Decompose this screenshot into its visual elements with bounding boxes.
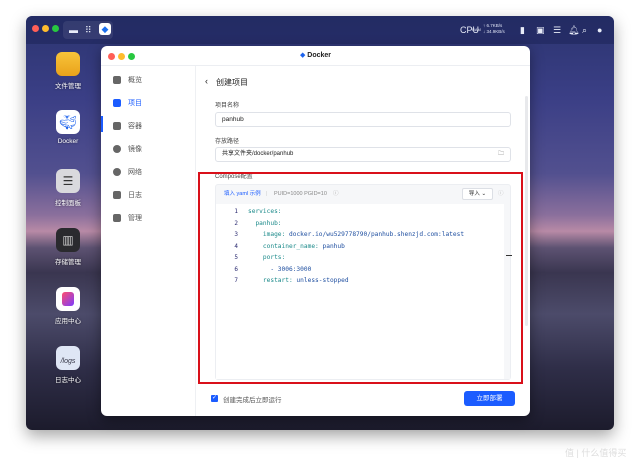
sidebar-item-containers[interactable]: 容器 — [113, 120, 142, 134]
project-name-input[interactable]: panhub — [215, 112, 511, 127]
desktop-icon[interactable]: ▬ — [69, 25, 78, 35]
app-label: 存储管理 — [55, 259, 81, 266]
app-label: 日志中心 — [55, 377, 81, 384]
ram-gauge-icon[interactable]: RAM — [472, 25, 481, 35]
manage-icon — [113, 214, 121, 223]
search-icon[interactable]: ⌕ — [582, 25, 587, 35]
sidebar-label: 容器 — [128, 123, 142, 130]
sidebar-label: 管理 — [128, 215, 142, 222]
sidebar-label: 日志 — [128, 192, 142, 199]
taskbar-group: ▬ ⠿ ◆ — [63, 21, 113, 39]
network-speed: ↑ 6.7KB/s ↓ 34.9KB/s — [483, 23, 505, 34]
sidebar-item-projects[interactable]: 项目 — [113, 97, 142, 111]
sliders-icon: ☰ — [56, 169, 80, 193]
scrollbar[interactable] — [525, 96, 528, 326]
autorun-checkbox[interactable]: ✓ — [211, 395, 218, 402]
app-center[interactable]: 应用中心 — [46, 287, 90, 325]
user-icon[interactable]: ● — [597, 25, 602, 35]
watermark: 值 | 什么值得买 — [565, 448, 627, 458]
projects-icon — [113, 99, 121, 108]
overview-icon — [113, 76, 121, 85]
app-control-panel[interactable]: ☰ 控制面板 — [46, 169, 90, 207]
autorun-label: 创建完成后立即运行 — [223, 397, 282, 404]
sidebar-item-images[interactable]: 镜像 — [113, 143, 142, 157]
app-label: 文件管理 — [55, 83, 81, 90]
net-up: ↑ 6.7KB/s — [483, 23, 503, 28]
sidebar-item-network[interactable]: 网络 — [113, 166, 142, 180]
page-title: 创建项目 — [216, 78, 248, 87]
sidebar-label: 概览 — [128, 77, 142, 84]
sidebar-label: 镜像 — [128, 146, 142, 153]
app-file-manager[interactable]: 文件管理 — [46, 52, 90, 90]
storage-icon: ▥ — [56, 228, 80, 252]
minimize-dot[interactable] — [42, 25, 49, 32]
sidebar: 概览 项目 容器 镜像 网络 日志 管理 — [101, 66, 196, 416]
app-label: Docker — [57, 138, 79, 145]
bell-icon[interactable]: 🔔︎ — [568, 25, 579, 35]
monitor-icon[interactable]: ▣ — [536, 25, 545, 35]
maximize-dot[interactable] — [52, 25, 59, 32]
log-icon — [113, 191, 121, 200]
grid-icon[interactable]: ⠿ — [85, 25, 92, 35]
folder-icon[interactable]: 🗀︎ — [498, 148, 504, 161]
path-input[interactable]: 共享文件夹/docker/panhub 🗀︎ — [215, 147, 511, 162]
active-indicator — [101, 116, 103, 132]
sidebar-label: 项目 — [128, 100, 142, 107]
app-storage[interactable]: ▥ 存储管理 — [46, 228, 90, 266]
container-icon — [113, 122, 121, 131]
app-center-icon — [56, 287, 80, 311]
window-title-text: Docker — [307, 52, 332, 59]
name-label: 项目名称 — [215, 103, 240, 109]
docker-icon: 🐳︎ — [56, 110, 80, 134]
path-label: 存放路径 — [215, 139, 240, 145]
network-icon — [113, 168, 121, 177]
app-label: 控制面板 — [55, 200, 81, 207]
folder-icon — [56, 52, 80, 76]
sidebar-item-logs[interactable]: 日志 — [113, 189, 142, 203]
app-logs[interactable]: /logs 日志中心 — [46, 346, 90, 384]
close-dot[interactable] — [32, 25, 39, 32]
image-icon — [113, 145, 121, 154]
sidebar-label: 网络 — [128, 169, 142, 176]
app-label: 应用中心 — [55, 318, 81, 325]
sidebar-item-overview[interactable]: 概览 — [113, 74, 142, 88]
top-bar: ▬ ⠿ ◆ CPU RAM ↑ 6.7KB/s ↓ 34.9KB/s ▮ ▣ ☰ … — [26, 16, 614, 44]
logs-icon: /logs — [56, 346, 80, 370]
net-down: ↓ 34.9KB/s — [483, 28, 505, 34]
app-docker[interactable]: 🐳︎ Docker — [46, 110, 90, 145]
highlight-box — [198, 172, 523, 384]
deploy-button[interactable]: 立即部署 — [464, 391, 515, 406]
path-value: 共享文件夹/docker/panhub — [222, 151, 294, 157]
back-button[interactable]: ‹ — [205, 76, 208, 86]
sidebar-item-manage[interactable]: 管理 — [113, 212, 142, 226]
docker-taskbar-icon[interactable]: ◆ — [99, 23, 111, 35]
tasks-icon[interactable]: ☰ — [553, 25, 561, 35]
window-title: ◆ Docker — [101, 46, 530, 66]
widget-icon[interactable]: ▮ — [520, 25, 525, 35]
